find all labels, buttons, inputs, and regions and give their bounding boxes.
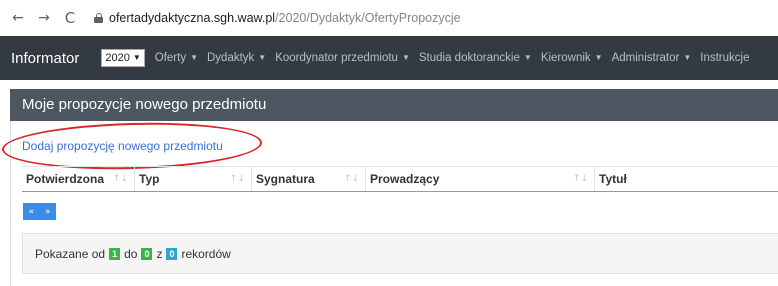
column-header-typ[interactable]: Typ ↑↓ [135,167,252,191]
menu-item-label: Administrator [611,52,680,64]
year-select[interactable]: 2020 ▼ [101,49,145,67]
info-suffix: rekordów [181,246,231,261]
menu-item-label: Koordynator przedmiotu [275,52,398,64]
to-badge: 0 [141,247,153,260]
caret-down-icon: ▼ [401,53,410,63]
info-prefix: Pokazane od [35,246,106,261]
caret-down-icon: ▼ [190,53,198,63]
menu-item-oferty[interactable]: Oferty ▼ [155,52,198,64]
main-menu: Oferty ▼ Dydaktyk ▼ Koordynator przedmiotu… [155,52,759,64]
sort-icon: ↑↓ [229,174,245,184]
menu-item-kierownik[interactable]: Kierownik ▼ [541,52,603,64]
caret-down-icon: ▼ [594,53,603,63]
from-badge: 1 [109,247,121,260]
table-header: Potwierdzona ↑↓ Typ ↑↓ Sygnatura ↑↓ Prowadz… [22,166,778,192]
menu-item-label: Dydaktyk [207,52,255,64]
next-page-button[interactable]: » [45,207,51,217]
url-host: ofertadydaktyczna.sgh.waw.pl [109,11,276,25]
year-select-value: 2020 [105,52,130,64]
forward-arrow-icon[interactable]: → [34,10,54,26]
column-label: Sygnatura [256,172,315,186]
menu-item-label: Instrukcje [700,52,750,64]
address-bar[interactable]: ofertadydaktyczna.sgh.waw.pl/2020/Dydakt… [94,11,461,25]
sort-icon: ↑↓ [112,174,128,184]
caret-down-icon: ▼ [258,53,267,63]
sort-icon: ↑↓ [343,174,359,184]
menu-item-label: Kierownik [540,52,591,64]
add-proposal-link[interactable]: Dodaj propozycję nowego przedmiotu [22,139,223,153]
menu-item-studia-doktoranckie[interactable]: Studia doktoranckie ▼ [419,52,532,64]
column-header-tytul[interactable]: Tytuł [595,167,778,191]
sort-icon: ↑↓ [572,174,588,184]
panel-title: Moje propozycje nowego przedmiotu [10,89,778,121]
menu-item-label: Studia doktoranckie [418,52,520,64]
column-label: Tytuł [599,172,627,186]
menu-item-instrukcje[interactable]: Instrukcje [700,52,749,64]
menu-item-dydaktyk[interactable]: Dydaktyk ▼ [207,52,266,64]
menu-item-koordynator[interactable]: Koordynator przedmiotu ▼ [275,52,410,64]
caret-down-icon: ▼ [523,53,532,63]
info-of-label: z [156,246,163,261]
menu-item-label: Oferty [154,52,187,64]
column-label: Potwierdzona [26,172,105,186]
browser-toolbar: ← → C ofertadydaktyczna.sgh.waw.pl/2020/… [0,0,778,36]
column-label: Prowadzący [370,172,440,186]
lock-icon [94,13,103,23]
caret-down-icon: ▼ [132,53,141,62]
caret-down-icon: ▼ [683,53,692,63]
brand-link[interactable]: Informator [11,50,79,67]
column-header-potwierdzona[interactable]: Potwierdzona ↑↓ [22,167,135,191]
back-arrow-icon[interactable]: ← [8,10,28,26]
column-label: Typ [139,172,160,186]
reload-icon[interactable]: C [60,9,80,27]
column-header-sygnatura[interactable]: Sygnatura ↑↓ [252,167,366,191]
panel-border [10,121,11,286]
prev-page-button[interactable]: « [28,207,34,217]
url-path: /2020/Dydaktyk/OfertyPropozycje [275,11,461,25]
top-navbar: Informator 2020 ▼ Oferty ▼ Dydaktyk ▼ Koor… [0,36,778,80]
column-header-prowadzacy[interactable]: Prowadzący ↑↓ [366,167,595,191]
menu-item-administrator[interactable]: Administrator ▼ [612,52,692,64]
pagination: « » [23,203,56,220]
records-info: Pokazane od 1 do 0 z 0 rekordów [22,233,778,274]
info-to-label: do [124,246,138,261]
total-badge: 0 [166,247,178,260]
